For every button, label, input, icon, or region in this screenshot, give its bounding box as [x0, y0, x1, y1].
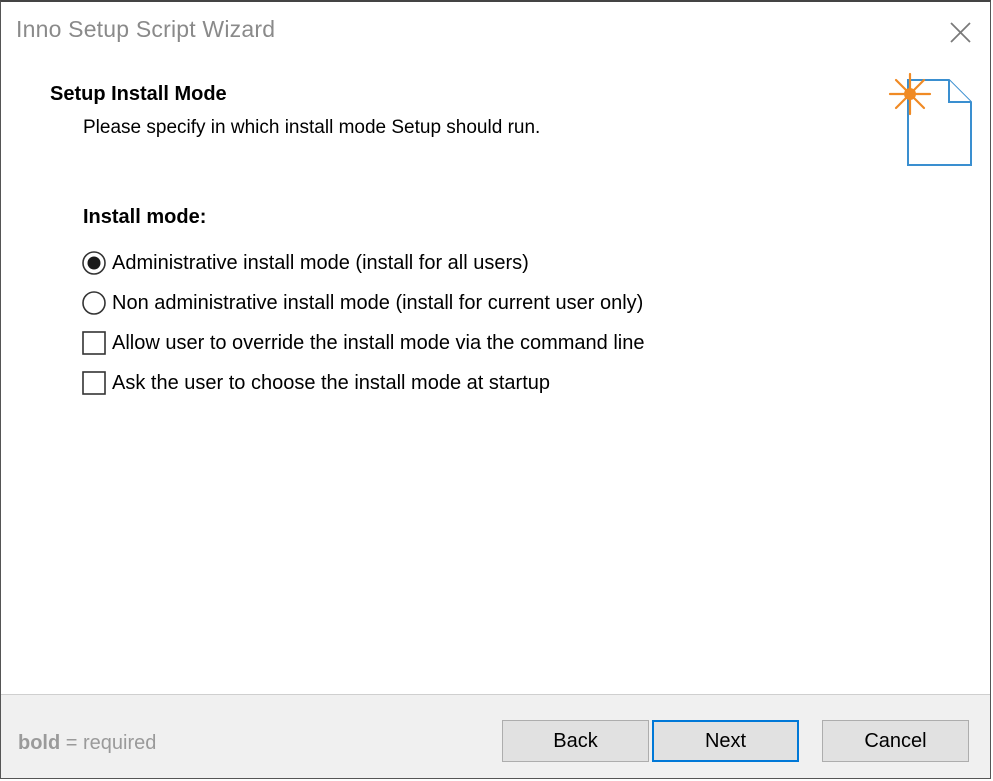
close-icon [950, 22, 971, 43]
legend-text: = required [60, 732, 157, 754]
close-button[interactable] [940, 12, 980, 52]
next-button[interactable]: Next [652, 720, 799, 762]
ask-at-startup-checkbox[interactable]: Ask the user to choose the install mode … [82, 368, 550, 398]
install-mode-label: Install mode: [83, 206, 207, 228]
required-legend: bold = required [18, 732, 156, 755]
new-document-icon [886, 70, 976, 170]
cancel-button[interactable]: Cancel [822, 720, 969, 762]
override-command-line-checkbox[interactable]: Allow user to override the install mode … [82, 328, 644, 358]
back-button[interactable]: Back [502, 720, 649, 762]
override-command-line-label: Allow user to override the install mode … [112, 331, 645, 354]
page-title: Setup Install Mode [50, 83, 227, 105]
title-bar: Inno Setup Script Wizard [1, 2, 990, 64]
footer-bar: bold = required Back Next Cancel [1, 694, 990, 778]
checkbox-unchecked-icon [82, 371, 106, 395]
non-admin-mode-radio[interactable]: Non administrative install mode (install… [82, 288, 643, 318]
radio-unselected-icon [82, 291, 106, 315]
admin-mode-radio[interactable]: Administrative install mode (install for… [82, 248, 529, 278]
wizard-window: Inno Setup Script Wizard Setup Install M… [0, 0, 991, 779]
page-description: Please specify in which install mode Set… [83, 117, 541, 138]
checkbox-unchecked-icon [82, 331, 106, 355]
ask-at-startup-label: Ask the user to choose the install mode … [112, 371, 551, 394]
window-title: Inno Setup Script Wizard [16, 16, 276, 42]
non-admin-mode-label: Non administrative install mode (install… [112, 291, 644, 314]
radio-selected-icon [82, 251, 106, 275]
admin-mode-label: Administrative install mode (install for… [112, 251, 529, 274]
legend-bold-word: bold [18, 732, 61, 754]
